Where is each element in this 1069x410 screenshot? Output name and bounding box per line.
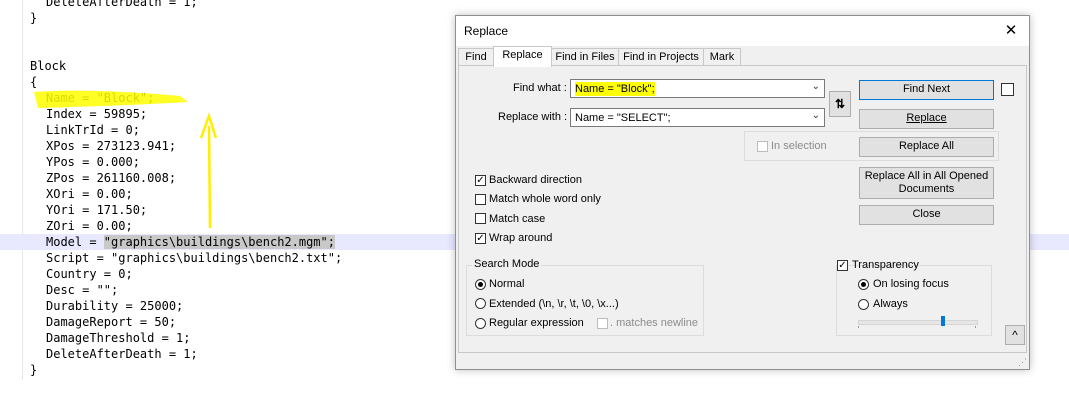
code-line: Desc = ""; bbox=[46, 283, 119, 297]
find-next-button[interactable]: Find Next bbox=[859, 80, 994, 100]
replace-all-button[interactable]: Replace All bbox=[859, 137, 994, 157]
fold-margin bbox=[22, 0, 23, 380]
code-line: DamageReport = 50; bbox=[46, 315, 177, 329]
code-line-current: Model = "graphics\buildings\bench2.mgm"; bbox=[46, 235, 335, 249]
find-next-option-checkbox[interactable] bbox=[1001, 83, 1014, 96]
code-line: Name = "Block"; bbox=[46, 91, 155, 105]
tab-find-in-files[interactable]: Find in Files bbox=[551, 48, 619, 66]
backward-direction-label: Backward direction bbox=[489, 174, 582, 186]
code-line: } bbox=[30, 363, 38, 377]
code-line: } bbox=[30, 11, 38, 25]
replace-button[interactable]: Replace bbox=[859, 109, 994, 129]
extended-label: Extended (\n, \r, \t, \0, \x...) bbox=[489, 298, 619, 310]
code-line: Block bbox=[30, 59, 67, 73]
close-icon[interactable]: ✕ bbox=[993, 16, 1029, 46]
replace-all-opened-button[interactable]: Replace All in All Opened Documents bbox=[859, 167, 994, 199]
code-line: DeleteAfterDeath = 1; bbox=[46, 347, 198, 361]
regex-label: Regular expression bbox=[489, 317, 584, 329]
collapse-toggle-icon[interactable]: ^ bbox=[1005, 325, 1025, 345]
selected-text: "graphics\buildings\bench2.mgm"; bbox=[103, 235, 335, 249]
transparency-label: Transparency bbox=[852, 259, 919, 271]
replace-dialog: Replace ✕ Find Replace Find in Files Fin… bbox=[455, 15, 1030, 370]
extended-radio[interactable] bbox=[475, 298, 486, 309]
normal-radio[interactable] bbox=[475, 279, 486, 290]
close-button[interactable]: Close bbox=[859, 205, 994, 225]
search-mode-title: Search Mode bbox=[472, 258, 542, 270]
code-line: DamageThreshold = 1; bbox=[46, 331, 191, 345]
matches-newline-checkbox[interactable] bbox=[597, 318, 608, 329]
transparency-slider[interactable] bbox=[858, 320, 978, 325]
wrap-around-checkbox[interactable]: ✓ bbox=[475, 233, 486, 244]
regex-radio[interactable] bbox=[475, 318, 486, 329]
tab-find[interactable]: Find bbox=[458, 48, 494, 66]
code-line: Durability = 25000; bbox=[46, 299, 184, 313]
code-line: YOri = 171.50; bbox=[46, 203, 148, 217]
slider-thumb[interactable] bbox=[941, 316, 945, 326]
code-line: Country = 0; bbox=[46, 267, 133, 281]
code-line: XPos = 273123.941; bbox=[46, 139, 177, 153]
chevron-down-icon[interactable]: ⌄ bbox=[812, 110, 820, 121]
code-line: XOri = 0.00; bbox=[46, 187, 133, 201]
backward-direction-checkbox[interactable]: ✓ bbox=[475, 175, 486, 186]
replace-with-combo[interactable]: Name = "SELECT"; ⌄ bbox=[570, 108, 825, 127]
always-radio[interactable] bbox=[858, 299, 869, 310]
code-line: Script = "graphics\buildings\bench2.txt"… bbox=[46, 251, 343, 265]
tab-mark[interactable]: Mark bbox=[703, 48, 741, 66]
find-what-combo[interactable]: Name = "Block"; ⌄ bbox=[570, 79, 825, 98]
transparency-checkbox[interactable]: ✓ bbox=[837, 260, 848, 271]
match-case-label: Match case bbox=[489, 213, 546, 225]
matches-newline-label: . matches newline bbox=[610, 317, 699, 329]
tab-replace[interactable]: Replace bbox=[493, 46, 552, 67]
always-label: Always bbox=[873, 298, 908, 310]
match-whole-word-label: Match whole word only bbox=[489, 193, 601, 205]
arrow-annotation bbox=[199, 112, 218, 229]
find-what-label: Find what : bbox=[513, 82, 567, 94]
slider-ticks bbox=[858, 326, 976, 328]
status-bar: ⋰ bbox=[456, 354, 1029, 369]
replace-with-value: Name = "SELECT"; bbox=[575, 112, 671, 124]
title-bar[interactable]: Replace ✕ bbox=[456, 16, 1029, 46]
code-line: Index = 59895; bbox=[46, 107, 148, 121]
match-case-checkbox[interactable] bbox=[475, 213, 486, 224]
code-line: YPos = 0.000; bbox=[46, 155, 140, 169]
in-selection-checkbox[interactable] bbox=[757, 141, 768, 152]
in-selection-label: In selection bbox=[771, 140, 827, 152]
code-line: LinkTrId = 0; bbox=[46, 123, 140, 137]
swap-icon[interactable]: ⇅ bbox=[829, 91, 851, 117]
code-line: { bbox=[30, 75, 38, 89]
tab-find-in-projects[interactable]: Find in Projects bbox=[618, 48, 704, 66]
dialog-title: Replace bbox=[464, 24, 509, 38]
code-line: ZOri = 0.00; bbox=[46, 219, 133, 233]
on-losing-focus-radio[interactable] bbox=[858, 279, 869, 290]
code-line: ZPos = 261160.008; bbox=[46, 171, 177, 185]
code-line: DeleteAfterDeath = 1; bbox=[46, 0, 198, 9]
chevron-down-icon[interactable]: ⌄ bbox=[812, 81, 820, 92]
replace-with-label: Replace with : bbox=[498, 111, 568, 123]
wrap-around-label: Wrap around bbox=[489, 232, 553, 244]
on-losing-focus-label: On losing focus bbox=[873, 278, 949, 290]
find-what-value: Name = "Block"; bbox=[575, 82, 655, 96]
normal-label: Normal bbox=[489, 278, 525, 290]
resize-grip-icon[interactable]: ⋰ bbox=[1018, 357, 1027, 368]
match-whole-word-checkbox[interactable] bbox=[475, 194, 486, 205]
